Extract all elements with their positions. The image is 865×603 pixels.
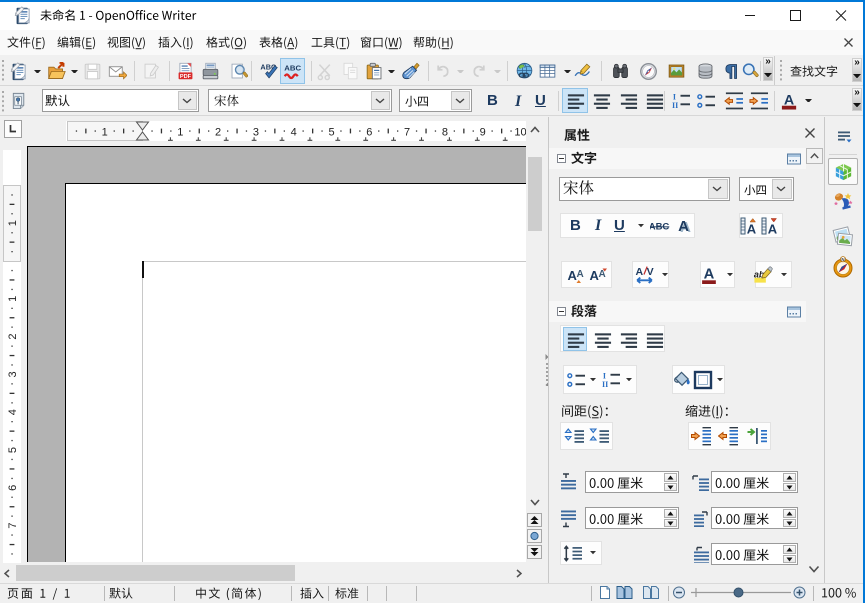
svg-text:5: 5	[328, 127, 334, 139]
svg-text:3: 3	[7, 371, 19, 377]
svg-text:A: A	[577, 269, 584, 280]
svg-text:4: 4	[291, 127, 297, 139]
svg-text:V: V	[646, 266, 653, 278]
svg-text:6: 6	[7, 485, 19, 491]
svg-text:II: II	[601, 380, 607, 389]
svg-text:A: A	[635, 266, 643, 278]
svg-text:1: 1	[177, 127, 183, 139]
svg-text:10: 10	[514, 127, 526, 139]
svg-text:3: 3	[253, 127, 259, 139]
svg-text:A: A	[768, 221, 778, 236]
svg-text:4: 4	[7, 409, 19, 415]
svg-text:PDF: PDF	[180, 74, 192, 80]
svg-text:6: 6	[366, 127, 372, 139]
svg-text:ABC: ABC	[650, 221, 669, 232]
svg-text:A: A	[678, 218, 689, 235]
svg-text:1: 1	[102, 127, 108, 139]
svg-text:1: 1	[7, 220, 19, 226]
svg-text:5: 5	[7, 447, 19, 453]
svg-text:9: 9	[480, 127, 486, 139]
svg-text:A: A	[747, 221, 757, 236]
svg-text:8: 8	[442, 127, 448, 139]
svg-text:7: 7	[404, 127, 410, 139]
svg-text:ABC: ABC	[284, 64, 301, 73]
svg-text:7: 7	[7, 523, 19, 529]
svg-text:N: N	[841, 257, 844, 262]
svg-text:II: II	[672, 101, 678, 110]
svg-text:2: 2	[7, 334, 19, 340]
svg-text:2: 2	[215, 127, 221, 139]
svg-text:1: 1	[7, 296, 19, 302]
